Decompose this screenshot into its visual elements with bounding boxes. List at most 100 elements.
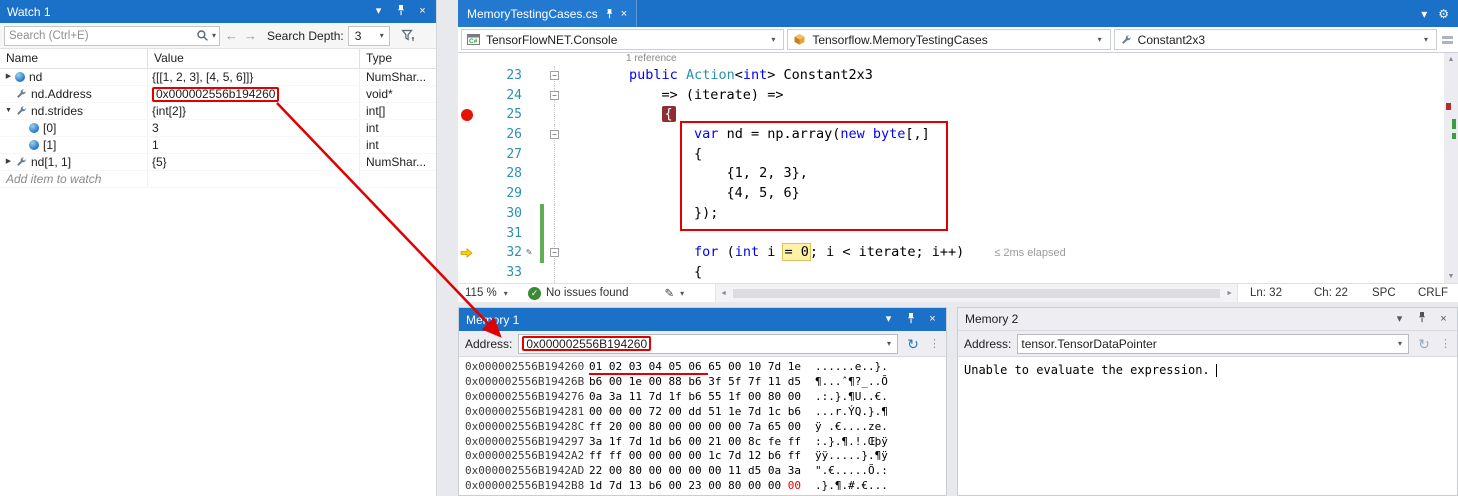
- watch-row[interactable]: [1]1int: [0, 137, 436, 154]
- line-number[interactable]: 30: [478, 204, 522, 224]
- pin-icon[interactable]: [904, 312, 917, 328]
- code-text[interactable]: {: [564, 105, 1444, 125]
- watch-value-cell[interactable]: 3: [148, 120, 360, 136]
- scroll-down-icon[interactable]: ▼: [1444, 273, 1458, 280]
- watch-value-cell[interactable]: 0x000002556b194260: [148, 86, 360, 102]
- breakpoint-gutter[interactable]: [458, 125, 478, 145]
- memory-bytes[interactable]: 1d 7d 13 b6 00 23 00 80 00 00 00: [589, 479, 807, 494]
- edit-indicator[interactable]: ✎ ▾: [664, 286, 687, 300]
- code-text[interactable]: for (int i = 0; i < iterate; i++)≤ 2ms e…: [564, 243, 1444, 263]
- memory-row[interactable]: 0x000002556B19428Cff 20 00 80 00 00 00 0…: [465, 420, 946, 435]
- line-number[interactable]: 27: [478, 145, 522, 165]
- memory-row[interactable]: 0x000002556B19426Bb6 00 1e 00 88 b6 3f 5…: [465, 375, 946, 390]
- memory-row[interactable]: 0x000002556B1942973a 1f 7d 1d b6 00 21 0…: [465, 435, 946, 450]
- pin-icon[interactable]: [394, 4, 407, 20]
- expander-collapsed-icon[interactable]: ▶: [2, 69, 15, 85]
- memory-row[interactable]: 0x000002556B1942AD22 00 80 00 00 00 00 1…: [465, 464, 946, 479]
- expander-expanded-icon[interactable]: ▼: [2, 103, 15, 119]
- toolbar-overflow-grip[interactable]: ⋮: [929, 337, 940, 350]
- fold-collapse-toggle[interactable]: −: [548, 86, 564, 106]
- close-icon[interactable]: ×: [1437, 313, 1450, 326]
- memory-bytes[interactable]: 3a 1f 7d 1d b6 00 21 00 8c fe ff: [589, 435, 807, 450]
- search-input[interactable]: [5, 28, 196, 44]
- window-position-chevron-icon[interactable]: ▾: [882, 313, 895, 326]
- horizontal-scrollbar-thumb[interactable]: [733, 289, 1220, 298]
- watch-row[interactable]: nd.Address0x000002556b194260void*: [0, 86, 436, 103]
- refresh-icon[interactable]: ↻: [1415, 335, 1433, 353]
- search-forward-icon[interactable]: →: [243, 28, 258, 43]
- watch-row[interactable]: [0]3int: [0, 120, 436, 137]
- tab-close-icon[interactable]: ×: [621, 8, 627, 20]
- code-text[interactable]: {: [564, 263, 1444, 283]
- search-depth-select[interactable]: 3 ▾: [348, 26, 390, 46]
- fold-minus-icon[interactable]: −: [550, 130, 559, 139]
- memory1-address-chevron-icon[interactable]: ▾: [884, 339, 894, 348]
- breakpoint-gutter[interactable]: [458, 66, 478, 86]
- tab-pin-icon[interactable]: [605, 8, 614, 19]
- memory2-address-chevron-icon[interactable]: ▾: [1395, 339, 1405, 348]
- vertical-scrollbar[interactable]: ▲ ▼: [1444, 53, 1458, 283]
- watch-value-cell[interactable]: 1: [148, 137, 360, 153]
- breakpoint-gutter[interactable]: [458, 263, 478, 283]
- window-position-chevron-icon[interactable]: ▾: [372, 5, 385, 18]
- codelens-reference-count[interactable]: 1 reference: [458, 53, 1444, 66]
- memory-row[interactable]: 0x000002556B19426001 02 03 04 05 06 65 0…: [465, 360, 946, 375]
- filter-icon[interactable]: [401, 29, 415, 42]
- line-number[interactable]: 31: [478, 224, 522, 244]
- line-number[interactable]: 24: [478, 86, 522, 106]
- memory2-titlebar[interactable]: Memory 2 ▾ ×: [958, 308, 1457, 331]
- zoom-select[interactable]: 115 % ▾: [458, 287, 516, 299]
- fold-minus-icon[interactable]: −: [550, 91, 559, 100]
- line-number[interactable]: 29: [478, 184, 522, 204]
- watch-titlebar[interactable]: Watch 1 ▾ ×: [0, 0, 436, 23]
- watch-name-cell[interactable]: nd.Address: [0, 86, 148, 102]
- watch-name-cell[interactable]: ▶nd[1, 1]: [0, 154, 148, 170]
- code-text[interactable]: {: [564, 145, 1444, 165]
- split-window-handle[interactable]: [1440, 36, 1455, 44]
- close-icon[interactable]: ×: [926, 313, 939, 326]
- memory2-address-input[interactable]: tensor.TensorDataPointer ▾: [1017, 334, 1409, 354]
- search-back-icon[interactable]: ←: [224, 28, 239, 43]
- code-text[interactable]: [564, 224, 1444, 244]
- document-options-gear-icon[interactable]: ⚙: [1438, 7, 1449, 21]
- memory1-titlebar[interactable]: Memory 1 ▾ ×: [459, 308, 946, 331]
- breakpoint-gutter[interactable]: [458, 204, 478, 224]
- code-editor[interactable]: 1 reference23− public Action<int> Consta…: [458, 53, 1444, 283]
- watch-name-cell[interactable]: ▼nd.strides: [0, 103, 148, 119]
- watch-value-cell[interactable]: {int[2]}: [148, 103, 360, 119]
- tab-memorytestingcases[interactable]: MemoryTestingCases.cs ×: [458, 0, 637, 27]
- breakpoint-gutter[interactable]: [458, 224, 478, 244]
- breakpoint-indicator[interactable]: [458, 105, 478, 125]
- watch-name-cell[interactable]: [0]: [0, 120, 148, 136]
- watch-add-item-cell[interactable]: Add item to watch: [0, 171, 148, 187]
- memory-bytes[interactable]: ff ff 00 00 00 00 1c 7d 12 b6 ff: [589, 449, 807, 464]
- current-statement-arrow-icon[interactable]: [458, 243, 478, 263]
- memory-bytes[interactable]: b6 00 1e 00 88 b6 3f 5f 7f 11 d5: [589, 375, 807, 390]
- column-header-type[interactable]: Type: [360, 49, 436, 68]
- watch-value-cell[interactable]: {5}: [148, 154, 360, 170]
- code-text[interactable]: public Action<int> Constant2x3: [564, 66, 1444, 86]
- scroll-up-icon[interactable]: ▲: [1444, 56, 1458, 63]
- watch-row[interactable]: ▶nd{[[1, 2, 3], [4, 5, 6]]}NumShar...: [0, 69, 436, 86]
- column-header-value[interactable]: Value: [148, 49, 360, 68]
- refresh-icon[interactable]: ↻: [904, 335, 922, 353]
- breakpoint-gutter[interactable]: [458, 86, 478, 106]
- fold-minus-icon[interactable]: −: [550, 71, 559, 80]
- line-number[interactable]: 33: [478, 263, 522, 283]
- memory-bytes[interactable]: 01 02 03 04 05 06 65 00 10 7d 1e: [589, 360, 807, 375]
- scroll-right-icon[interactable]: ►: [1222, 290, 1237, 297]
- fold-minus-icon[interactable]: −: [550, 248, 559, 257]
- line-number[interactable]: 26: [478, 125, 522, 145]
- pin-icon[interactable]: [1415, 311, 1428, 327]
- code-text[interactable]: => (iterate) =>: [564, 86, 1444, 106]
- horizontal-scrollbar[interactable]: ◄ ►: [715, 284, 1238, 302]
- code-text[interactable]: });: [564, 204, 1444, 224]
- window-position-chevron-icon[interactable]: ▾: [1393, 313, 1406, 326]
- document-health-indicator[interactable]: ✓ No issues found: [528, 287, 628, 300]
- watch-name-cell[interactable]: ▶nd: [0, 69, 148, 85]
- memory-row[interactable]: 0x000002556B1942760a 3a 11 7d 1f b6 55 1…: [465, 390, 946, 405]
- line-number[interactable]: 32: [478, 243, 522, 263]
- project-dropdown[interactable]: C# TensorFlowNET.Console ▾: [461, 29, 784, 50]
- member-dropdown[interactable]: Constant2x3 ▾: [1114, 29, 1437, 50]
- watch-row[interactable]: ▼nd.strides{int[2]}int[]: [0, 103, 436, 120]
